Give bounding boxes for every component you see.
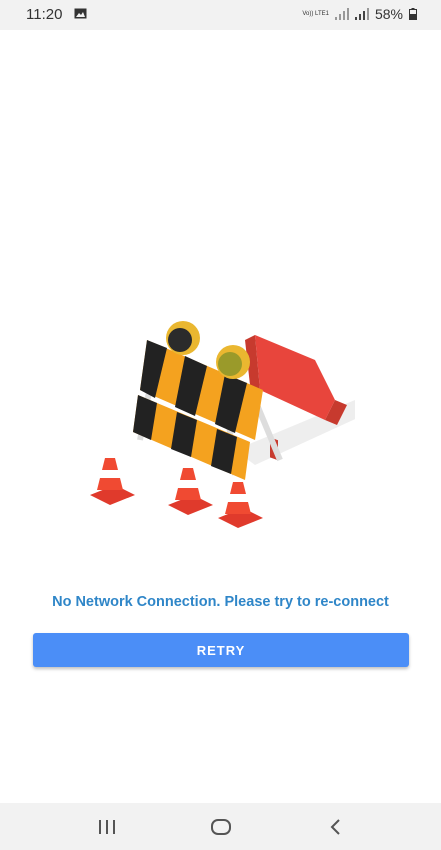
volte-icon: Vo)) LTE1 (302, 11, 329, 17)
no-network-message: No Network Connection. Please try to re-… (52, 594, 389, 610)
status-indicators: Vo)) LTE1 58% (302, 6, 417, 22)
back-icon[interactable] (324, 815, 348, 839)
navigation-bar (0, 803, 441, 850)
home-icon[interactable] (209, 815, 233, 839)
recent-apps-icon[interactable] (95, 815, 119, 839)
construction-barrier-illustration (90, 321, 355, 528)
gallery-icon (74, 8, 87, 19)
status-time: 11:20 (26, 6, 63, 23)
status-bar: 11:20 Vo)) LTE1 58% (0, 0, 441, 30)
signal-icon (334, 8, 349, 20)
battery-icon (409, 8, 417, 20)
battery-percent: 58% (374, 6, 403, 22)
retry-button[interactable]: RETRY (33, 633, 409, 667)
signal-icon (354, 8, 369, 20)
